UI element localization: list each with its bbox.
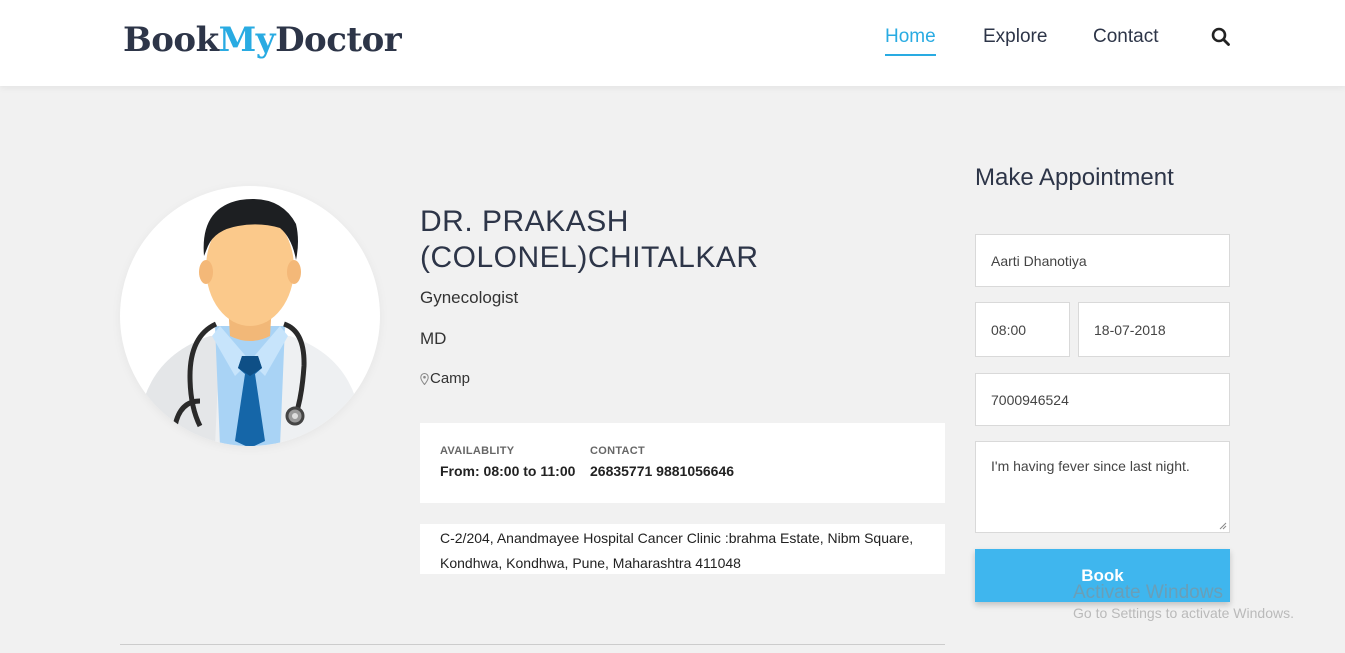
doctor-specialty: Gynecologist	[420, 288, 519, 307]
message-textarea[interactable]: I'm having fever since last night.	[975, 441, 1230, 533]
nav-explore-link[interactable]: Explore	[983, 26, 1047, 56]
availability-block: AVAILABLITY From: 08:00 to 11:00	[440, 445, 575, 479]
activate-windows-watermark: Activate Windows Go to Settings to activ…	[1073, 582, 1294, 621]
doctor-location: Camp	[420, 370, 470, 387]
resize-handle-icon[interactable]	[1219, 522, 1227, 530]
doctor-name: DR. PRAKASH (COLONEL)CHITALKAR	[420, 205, 759, 274]
message-text: I'm having fever since last night.	[991, 458, 1190, 474]
contact-value: 26835771 9881056646	[590, 463, 735, 479]
map-pin-icon	[420, 372, 429, 385]
doctor-avatar	[120, 186, 380, 446]
logo-part-doctor: Doctor	[275, 20, 402, 60]
watermark-line-1: Activate Windows	[1073, 582, 1223, 603]
time-input[interactable]: 08:00	[975, 302, 1070, 357]
search-icon[interactable]	[1210, 26, 1232, 48]
contact-label: CONTACT	[590, 445, 646, 457]
patient-name-input[interactable]: Aarti Dhanotiya	[975, 234, 1230, 287]
availability-value: From: 08:00 to 11:00	[440, 463, 576, 479]
contact-block: CONTACT 26835771 9881056646	[590, 445, 734, 479]
availability-label: AVAILABLITY	[440, 445, 515, 457]
logo-part-my: My	[218, 20, 276, 60]
nav-home-link[interactable]: Home	[885, 26, 936, 56]
info-card: AVAILABLITY From: 08:00 to 11:00 CONTACT…	[420, 423, 945, 503]
address-card: C-2/204, Anandmayee Hospital Cancer Clin…	[420, 524, 945, 574]
section-divider	[120, 644, 945, 645]
nav-contact-link[interactable]: Contact	[1093, 26, 1158, 56]
top-navbar: BookMyDoctor Home Explore Contact	[0, 0, 1345, 86]
appointment-title: Make Appointment	[975, 164, 1174, 191]
watermark-line-2: Go to Settings to activate Windows.	[1073, 605, 1294, 621]
address-line-1: C-2/204, Anandmayee Hospital Cancer Clin…	[440, 530, 914, 546]
date-input[interactable]: 18-07-2018	[1078, 302, 1230, 357]
logo-part-book: Book	[123, 20, 219, 60]
doctor-degree: MD	[420, 329, 447, 348]
phone-input[interactable]: 7000946524	[975, 373, 1230, 426]
address-line-2: Kondhwa, Kondhwa, Pune, Maharashtra 4110…	[440, 555, 741, 571]
doctor-location-label: Camp	[430, 370, 471, 387]
logo[interactable]: BookMyDoctor	[123, 20, 402, 60]
